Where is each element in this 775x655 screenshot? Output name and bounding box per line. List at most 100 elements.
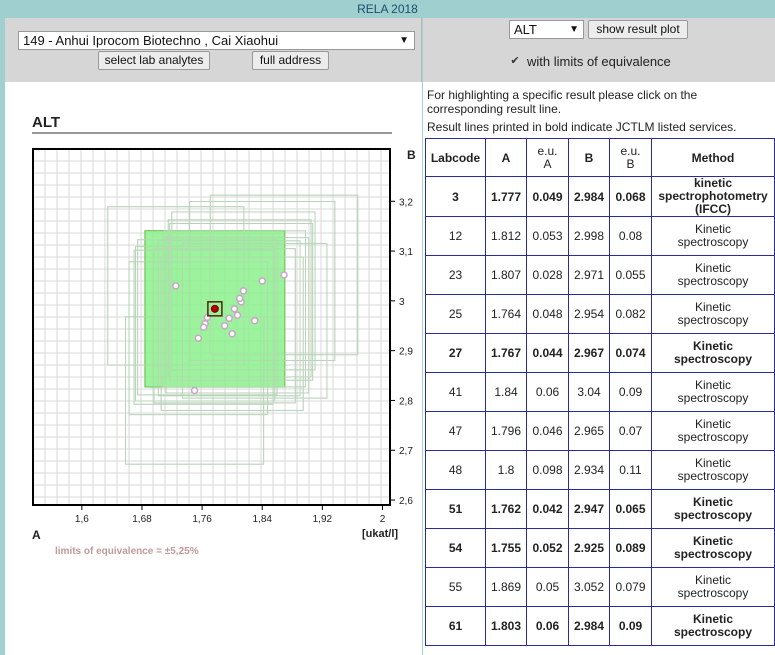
y-tick-label: 2,6 <box>399 496 413 507</box>
table-row[interactable]: 47 1.796 0.046 2.965 0.07 Kinetic spectroscopy <box>425 411 775 451</box>
data-point <box>280 271 288 279</box>
table-row[interactable]: 54 1.755 0.052 2.925 0.089 Kinetic spectroscop… <box>425 528 775 568</box>
method-text: spectroscopy <box>677 469 749 483</box>
chart-panel: ALT 1,6 1,68 1,76 1,84 1,92 2 2,6 2,7 2,8 2,9 3 3,1… <box>5 82 422 655</box>
labcode-cell: 27 <box>425 333 486 373</box>
data-point <box>172 282 180 290</box>
x-tick-label: 1,68 <box>132 514 152 525</box>
axis-unit-label: [ukat/l] <box>362 528 399 540</box>
y-tick-label: 2,7 <box>399 446 413 457</box>
x-tick-label: 1,92 <box>313 514 333 525</box>
labcode-cell: 12 <box>425 216 486 256</box>
method-text: spectroscopy <box>677 586 749 600</box>
b-value-cell: 2.984 <box>568 176 610 217</box>
labcode-cell: 48 <box>425 450 486 490</box>
method-cell: Kinetic spectroscopy <box>651 567 775 607</box>
analyte-select[interactable]: ALT ▼ <box>509 20 584 39</box>
eu-a-cell: 0.098 <box>526 450 569 490</box>
b-value-cell: 2.934 <box>568 450 610 490</box>
table-row[interactable]: 23 1.807 0.028 2.971 0.055 Kinetic spectroscop… <box>425 255 775 295</box>
data-point <box>230 305 239 313</box>
select-lab-analytes-button[interactable]: select lab analytes <box>98 51 210 70</box>
y-tick-label: 2,8 <box>399 396 413 407</box>
method-text: Kinetic <box>692 495 733 509</box>
method-text: kinetic <box>693 176 732 190</box>
info-line-2: corresponding result line. <box>427 102 562 116</box>
method-text: spectrophotometry <box>658 189 768 203</box>
eu-b-cell: 0.089 <box>609 528 652 568</box>
b-value-cell: 3.052 <box>568 567 610 607</box>
column-header-eu: e.u. <box>537 143 558 158</box>
data-point <box>250 317 259 325</box>
x-tick-label: 1,6 <box>75 514 89 525</box>
b-value-cell: 2.947 <box>568 489 610 529</box>
full-address-button[interactable]: full address <box>252 51 329 70</box>
axis-label-a: A <box>32 528 41 542</box>
data-point <box>228 329 236 338</box>
data-point <box>239 287 248 295</box>
labcode-cell: 25 <box>425 294 486 334</box>
data-point <box>258 277 266 285</box>
method-text: Kinetic <box>692 534 733 548</box>
b-value-cell: 3.04 <box>568 372 610 412</box>
data-point <box>194 334 203 342</box>
method-cell: Kinetic spectroscopy <box>651 489 775 529</box>
data-point <box>190 386 199 395</box>
table-header-row: Labcode A e.u. A B e.u. B Method <box>425 138 775 177</box>
table-row[interactable]: 55 1.869 0.05 3.052 0.079 Kinetic spectroscopy <box>425 567 775 607</box>
eu-a-cell: 0.044 <box>526 333 569 373</box>
youden-plot[interactable]: 1,6 1,68 1,76 1,84 1,92 2 2,6 2,7 2,8 2,9 3 3,1 3,2 <box>5 82 422 655</box>
y-tick-label: 3,2 <box>399 197 413 208</box>
method-text: spectroscopy <box>677 391 749 405</box>
table-row[interactable]: 27 1.767 0.044 2.967 0.074 Kinetic spectroscop… <box>425 333 775 373</box>
column-header-eu: e.u. <box>620 143 641 158</box>
eu-b-cell: 0.082 <box>609 294 652 334</box>
eu-b-cell: 0.068 <box>609 176 652 217</box>
a-value-cell: 1.762 <box>485 489 527 529</box>
labcode-cell: 61 <box>425 606 486 646</box>
limits-checkbox[interactable]: ✔ <box>509 55 521 67</box>
b-value-cell: 2.998 <box>568 216 610 256</box>
eu-b-cell: 0.074 <box>609 333 652 373</box>
a-value-cell: 1.84 <box>485 372 527 412</box>
table-row[interactable]: 41 1.84 0.06 3.04 0.09 Kinetic spectroscopy <box>425 372 775 412</box>
column-header: e.u. A <box>526 138 569 177</box>
eu-b-cell: 0.079 <box>609 567 652 607</box>
a-value-cell: 1.8 <box>485 450 527 490</box>
lab-selection-panel: 149 - Anhui Iprocom Biotechno , Cai Xiao… <box>5 18 422 82</box>
labcode-cell: 51 <box>425 489 486 529</box>
eu-a-cell: 0.046 <box>526 411 569 451</box>
method-cell: Kinetic spectroscopy <box>651 528 775 568</box>
analyte-select-value: ALT <box>514 22 537 37</box>
method-text: spectroscopy <box>673 352 753 366</box>
b-value-cell: 2.984 <box>568 606 610 646</box>
method-cell: Kinetic spectroscopy <box>651 411 775 451</box>
axis-label-b: B <box>407 148 416 162</box>
method-text: Kinetic <box>692 339 733 353</box>
table-row[interactable]: 25 1.764 0.048 2.954 0.082 Kinetic spectroscop… <box>425 294 775 334</box>
dropdown-arrow-icon: ▼ <box>569 24 579 35</box>
eu-b-cell: 0.09 <box>609 372 652 412</box>
table-row[interactable]: 61 1.803 0.06 2.984 0.09 Kinetic spectroscopy <box>425 606 775 646</box>
method-cell: Kinetic spectroscopy <box>651 450 775 490</box>
results-table: Labcode A e.u. A B e.u. B Method 3 1.777 0.0… <box>425 138 775 646</box>
lab-select[interactable]: 149 - Anhui Iprocom Biotechno , Cai Xiao… <box>18 31 415 50</box>
eu-b-cell: 0.07 <box>609 411 652 451</box>
table-row[interactable]: 12 1.812 0.053 2.998 0.08 Kinetic spectroscopy <box>425 216 775 256</box>
show-result-plot-button[interactable]: show result plot <box>588 20 688 39</box>
labcode-cell: 55 <box>425 567 486 607</box>
table-row[interactable]: 48 1.8 0.098 2.934 0.11 Kinetic spectroscopy <box>425 450 775 490</box>
table-row[interactable]: 51 1.762 0.042 2.947 0.065 Kinetic spectroscop… <box>425 489 775 529</box>
method-cell: Kinetic spectroscopy <box>651 216 775 256</box>
info-line-3: Result lines printed in bold indicate JC… <box>427 120 737 134</box>
method-text: spectroscopy <box>673 508 753 522</box>
table-row[interactable]: 3 1.777 0.049 2.984 0.068 kinetic spectrophoto… <box>425 176 775 217</box>
column-header: Method <box>651 138 775 177</box>
eu-a-cell: 0.052 <box>526 528 569 568</box>
method-text: Kinetic <box>694 417 732 431</box>
y-tick-label: 3,1 <box>399 247 413 258</box>
a-value-cell: 1.812 <box>485 216 527 256</box>
a-value-cell: 1.764 <box>485 294 527 334</box>
data-point <box>225 314 233 323</box>
window-title: RELA 2018 <box>0 0 775 18</box>
